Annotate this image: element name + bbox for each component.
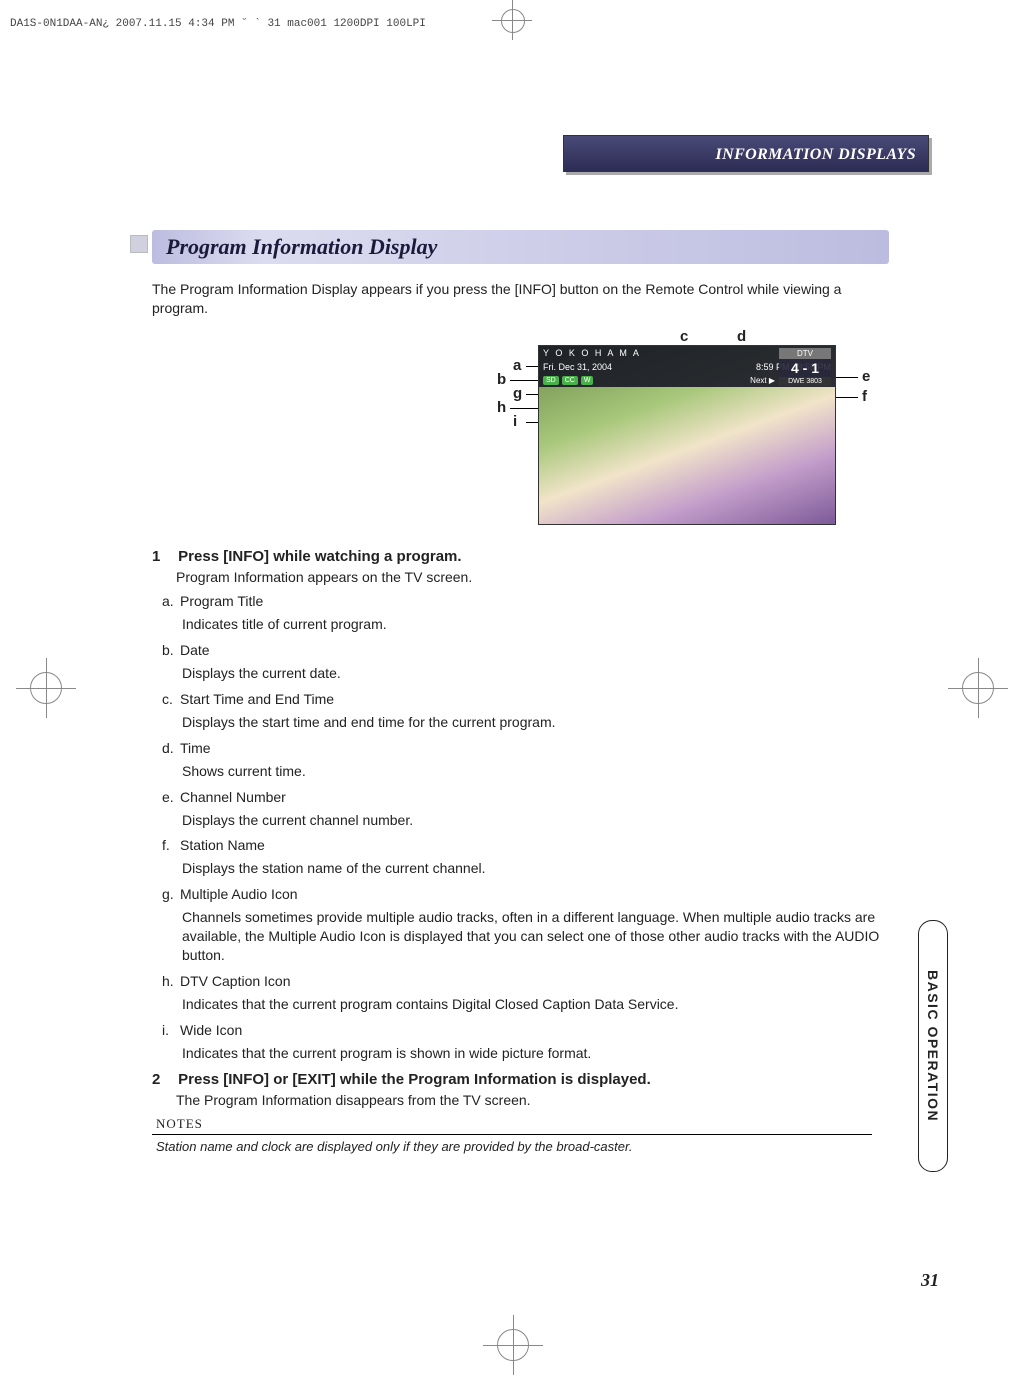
item-b-desc: Displays the current date. xyxy=(182,664,889,683)
step2-head: 2 Press [INFO] or [EXIT] while the Progr… xyxy=(152,1071,889,1088)
item-f-key: f. xyxy=(162,837,180,853)
item-h-title: DTV Caption Icon xyxy=(180,973,291,989)
item-f-desc: Displays the station name of the current… xyxy=(182,859,889,878)
section-banner-text: INFORMATION DISPLAYS xyxy=(716,146,917,163)
item-a: a.Program Title xyxy=(162,593,889,609)
item-c: c.Start Time and End Time xyxy=(162,691,889,707)
item-g-desc: Channels sometimes provide multiple audi… xyxy=(182,908,889,965)
item-e: e.Channel Number xyxy=(162,789,889,805)
sc-date: Fri. Dec 31, 2004 xyxy=(543,362,612,372)
notes-text: Station name and clock are displayed onl… xyxy=(156,1139,889,1154)
item-a-title: Program Title xyxy=(180,593,263,609)
page-title-bar: Program Information Display xyxy=(152,230,889,264)
item-i-title: Wide Icon xyxy=(180,1022,242,1038)
item-i: i.Wide Icon xyxy=(162,1022,889,1038)
item-b-key: b. xyxy=(162,642,180,658)
step1-head: 1 Press [INFO] while watching a program. xyxy=(152,548,889,565)
item-a-desc: Indicates title of current program. xyxy=(182,615,889,634)
sc-dtv: DTV xyxy=(779,348,831,359)
item-d-key: d. xyxy=(162,740,180,756)
item-a-key: a. xyxy=(162,593,180,609)
item-i-desc: Indicates that the current program is sh… xyxy=(182,1044,889,1063)
label-a: a xyxy=(513,357,521,374)
item-b-title: Date xyxy=(180,642,210,658)
item-d-title: Time xyxy=(180,740,211,756)
label-c: c xyxy=(680,328,688,345)
item-g-title: Multiple Audio Icon xyxy=(180,886,298,902)
registration-mark-bottom xyxy=(497,1329,529,1361)
label-f: f xyxy=(862,388,867,405)
label-h: h xyxy=(497,399,506,416)
sc-icon-wide: W xyxy=(581,376,594,385)
sc-next: Next ▶ xyxy=(750,376,775,385)
intro-text: The Program Information Display appears … xyxy=(152,280,889,318)
sc-icon-cc: CC xyxy=(562,376,578,385)
step2-body: The Program Information disappears from … xyxy=(176,1092,889,1108)
section-banner: INFORMATION DISPLAYS xyxy=(563,135,929,172)
label-b: b xyxy=(497,371,506,388)
title-square-icon xyxy=(130,235,148,253)
sc-station: DWE 3803 xyxy=(779,377,831,386)
label-d: d xyxy=(737,328,746,345)
sc-channel-num: 4 - 1 xyxy=(779,359,831,377)
item-b: b.Date xyxy=(162,642,889,658)
label-g: g xyxy=(513,385,522,402)
item-e-title: Channel Number xyxy=(180,789,286,805)
item-e-desc: Displays the current channel number. xyxy=(182,811,889,830)
items-list: a.Program Title Indicates title of curre… xyxy=(152,593,889,1063)
label-e: e xyxy=(862,368,870,385)
content: 1 Press [INFO] while watching a program.… xyxy=(152,548,889,1154)
item-g: g.Multiple Audio Icon xyxy=(162,886,889,902)
sc-channel-box: DTV 4 - 1 DWE 3803 xyxy=(779,348,831,386)
item-c-title: Start Time and End Time xyxy=(180,691,334,707)
step2-head-text: Press [INFO] or [EXIT] while the Program… xyxy=(178,1071,651,1088)
item-c-desc: Displays the start time and end time for… xyxy=(182,713,889,732)
item-c-key: c. xyxy=(162,691,180,707)
item-h: h.DTV Caption Icon xyxy=(162,973,889,989)
item-d-desc: Shows current time. xyxy=(182,762,889,781)
crop-mark-top xyxy=(492,0,532,40)
registration-mark-left xyxy=(30,672,62,704)
item-f: f.Station Name xyxy=(162,837,889,853)
sc-program-title: Y O K O H A M A xyxy=(543,348,641,358)
item-h-key: h. xyxy=(162,973,180,989)
step1-body: Program Information appears on the TV sc… xyxy=(176,569,889,585)
item-f-title: Station Name xyxy=(180,837,265,853)
registration-mark-right xyxy=(962,672,994,704)
step1-num: 1 xyxy=(152,548,174,565)
step2-num: 2 xyxy=(152,1071,174,1088)
item-e-key: e. xyxy=(162,789,180,805)
step1-head-text: Press [INFO] while watching a program. xyxy=(178,548,461,565)
label-i: i xyxy=(513,413,517,430)
program-info-screenshot: Y O K O H A M A 2:04 PM Fri. Dec 31, 200… xyxy=(538,345,836,525)
side-tab: BASIC OPERATION xyxy=(918,920,948,1172)
page-title: Program Information Display xyxy=(152,230,889,264)
notes-label: NOTES xyxy=(156,1116,889,1132)
sc-icon-audio: SD xyxy=(543,376,559,385)
page-number: 31 xyxy=(921,1270,939,1291)
item-g-key: g. xyxy=(162,886,180,902)
notes-divider xyxy=(152,1134,872,1135)
item-d: d.Time xyxy=(162,740,889,756)
side-tab-text: BASIC OPERATION xyxy=(925,970,941,1122)
item-i-key: i. xyxy=(162,1022,180,1038)
item-h-desc: Indicates that the current program conta… xyxy=(182,995,889,1014)
print-header: DA1S-0N1DAA-AN¿ 2007.11.15 4:34 PM ˘ ` 3… xyxy=(10,18,426,30)
